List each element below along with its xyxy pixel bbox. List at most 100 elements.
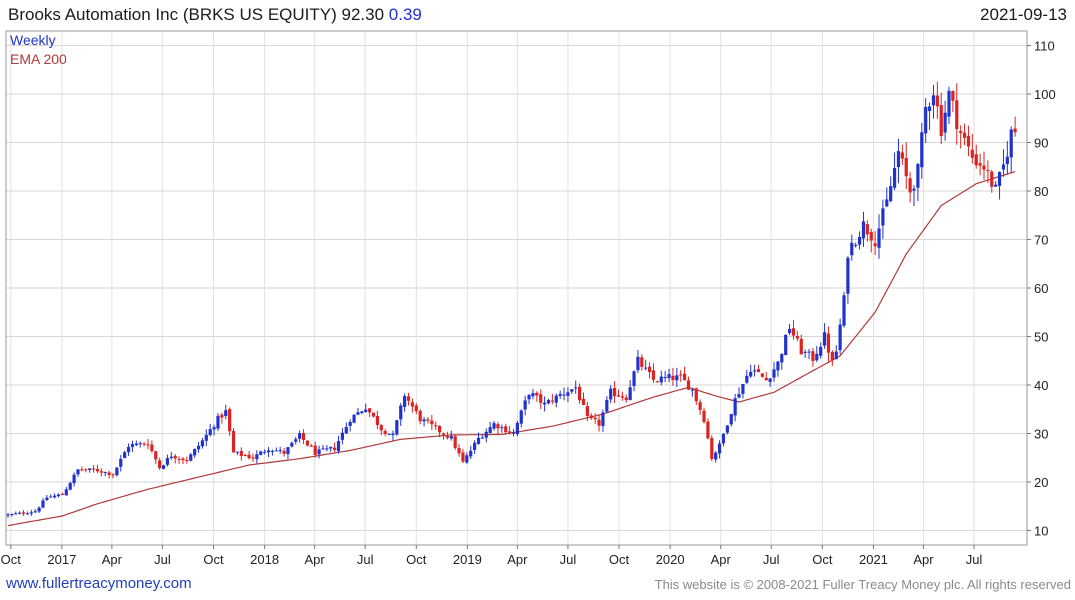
candle-body xyxy=(947,90,951,117)
candle-body xyxy=(263,451,267,453)
candle-body xyxy=(647,366,652,373)
candle-body xyxy=(780,354,784,363)
site-link[interactable]: www.fullertreacymoney.com xyxy=(6,575,192,592)
candle-body xyxy=(745,375,749,383)
candle-body xyxy=(838,324,842,351)
candle-body xyxy=(609,388,613,400)
y-tick-label: 10 xyxy=(1034,523,1048,538)
candle-body xyxy=(395,420,399,435)
candle-body xyxy=(406,396,411,401)
candle-body xyxy=(492,423,496,429)
candle-body xyxy=(671,375,675,380)
candle-body xyxy=(364,409,368,413)
candle-body xyxy=(130,444,135,447)
candle-body xyxy=(962,132,967,138)
candle-body xyxy=(1001,164,1006,170)
candle-body xyxy=(931,95,936,106)
candle-body xyxy=(383,430,387,434)
candle-body xyxy=(344,426,348,434)
candle-body xyxy=(939,105,943,136)
candle-body xyxy=(352,414,356,423)
legend-ema: EMA 200 xyxy=(10,51,67,67)
candle-body xyxy=(714,452,718,460)
candle-body xyxy=(14,513,18,515)
candle-body xyxy=(185,460,189,462)
candle-body xyxy=(850,242,854,256)
candle-body xyxy=(142,443,146,445)
candle-body xyxy=(173,455,177,459)
candle-body xyxy=(480,437,484,439)
candle-body xyxy=(496,424,500,429)
candle-body xyxy=(115,467,119,476)
candle-body xyxy=(764,377,768,381)
candle-body xyxy=(990,171,994,187)
candle-body xyxy=(593,417,597,420)
candle-body xyxy=(10,513,14,515)
candle-body xyxy=(224,410,228,416)
candle-body xyxy=(904,157,908,177)
candle-body xyxy=(632,371,636,386)
candle-body xyxy=(729,414,733,425)
candle-body xyxy=(321,448,325,450)
candle-body xyxy=(298,433,302,439)
candle-body xyxy=(107,472,111,476)
candle-body xyxy=(434,425,438,427)
candle-body xyxy=(95,468,100,472)
candle-body xyxy=(694,388,698,402)
candle-body xyxy=(387,433,391,435)
y-tick-label: 30 xyxy=(1034,426,1048,441)
candle-body xyxy=(37,507,41,512)
candle-body xyxy=(795,336,799,339)
candle-body xyxy=(84,469,88,471)
candle-body xyxy=(651,370,656,380)
candle-body xyxy=(476,437,481,444)
candle-body xyxy=(212,427,216,430)
candle-body xyxy=(908,178,912,193)
candle-body xyxy=(997,171,1002,186)
x-tick-label: Apr xyxy=(507,552,528,567)
candle-body xyxy=(749,371,753,377)
candle-body xyxy=(422,419,426,422)
candle-body xyxy=(772,369,776,378)
candle-body xyxy=(679,374,683,376)
candle-body xyxy=(309,445,313,447)
candle-body xyxy=(33,511,37,513)
candle-body xyxy=(138,443,142,445)
candle-body xyxy=(177,459,181,461)
candle-body xyxy=(768,378,772,382)
x-tick-label: Apr xyxy=(305,552,326,567)
candle-body xyxy=(80,469,84,471)
x-tick-label: Oct xyxy=(203,552,224,567)
candle-body xyxy=(644,367,648,369)
candle-body xyxy=(473,442,477,450)
candle-body xyxy=(815,353,819,361)
candle-body xyxy=(787,328,792,334)
x-axis: Oct 2017 Apr Jul Oct 2018 Apr Jul Oct 2019 Apr Jul O… xyxy=(1,545,982,567)
candle-body xyxy=(391,433,395,436)
price-chart: 102030405060708090100110 Oct 2017 Apr Jul Oc… xyxy=(1,30,1056,567)
candle-body xyxy=(243,455,247,457)
candle-body xyxy=(640,357,644,367)
candle-body xyxy=(706,421,710,439)
candle-body xyxy=(550,400,554,402)
candle-body xyxy=(146,444,150,446)
candle-body xyxy=(266,450,271,453)
candle-body xyxy=(301,433,306,440)
candle-body xyxy=(966,135,971,147)
candle-body xyxy=(1013,128,1017,133)
candle-body xyxy=(231,430,236,453)
candle-body xyxy=(803,351,807,353)
x-tick-label: Jul xyxy=(154,552,171,567)
x-tick-label: 2020 xyxy=(656,552,685,567)
candle-body xyxy=(970,149,974,158)
candle-body xyxy=(336,441,341,452)
candle-body xyxy=(220,414,224,418)
candle-body xyxy=(951,91,955,101)
candle-body xyxy=(189,454,193,461)
candle-body xyxy=(169,456,173,459)
candle-body xyxy=(414,405,418,412)
candle-body xyxy=(18,512,22,514)
candle-body xyxy=(943,112,947,133)
candle-body xyxy=(181,458,185,461)
candle-body xyxy=(255,454,259,460)
